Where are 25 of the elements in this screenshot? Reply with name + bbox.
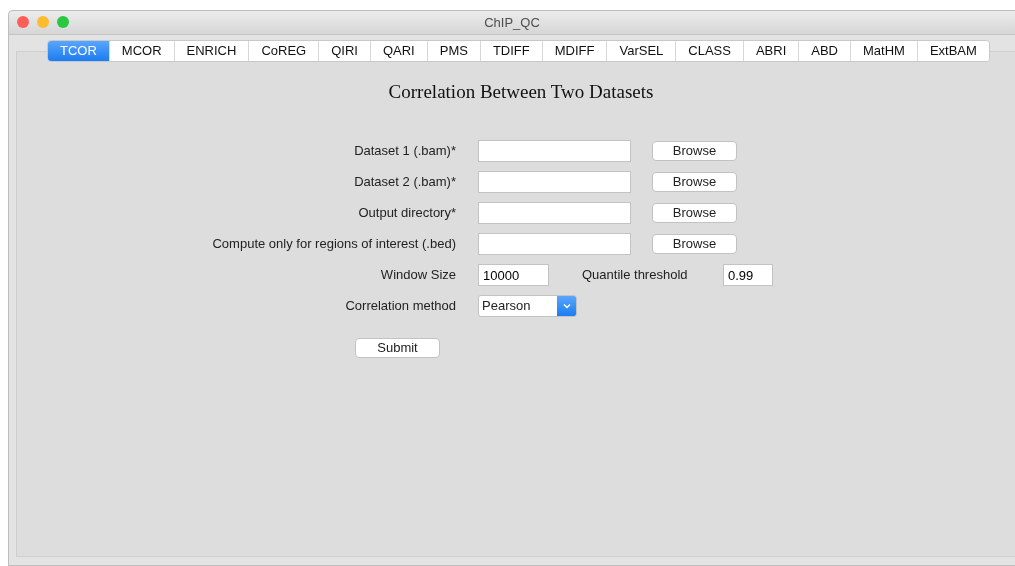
field-label: Output directory* [357,204,456,223]
browse-button[interactable]: Browse [652,203,737,223]
browse-button[interactable]: Browse [652,141,737,161]
submit-button[interactable]: Submit [355,337,440,358]
field-label: Correlation method [344,297,456,316]
file-path-field[interactable] [478,140,631,162]
chevron-down-icon [562,303,571,309]
field-label: Compute only for regions of interest (.bed) [211,235,456,254]
file-path-field[interactable] [478,202,631,224]
field-label: Window Size [379,266,456,285]
browse-button[interactable]: Browse [652,234,737,254]
file-path-field[interactable] [478,171,631,193]
number-field[interactable]: 0.99 [723,264,773,286]
number-field[interactable]: 10000 [478,264,549,286]
field-label: Dataset 1 (.bam)* [353,142,456,161]
window-title: ChIP_QC [484,13,540,32]
field-label: Quantile threshold [582,266,689,285]
field-label: Dataset 2 (.bam)* [353,173,456,192]
file-path-field[interactable] [478,233,631,255]
browse-button[interactable]: Browse [652,172,737,192]
method-dropdown[interactable]: Pearson [478,295,577,317]
close-icon[interactable] [17,16,29,28]
zoom-icon[interactable] [57,16,69,28]
form-heading: Correlation Between Two Datasets [387,80,655,104]
minimize-icon[interactable] [37,16,49,28]
